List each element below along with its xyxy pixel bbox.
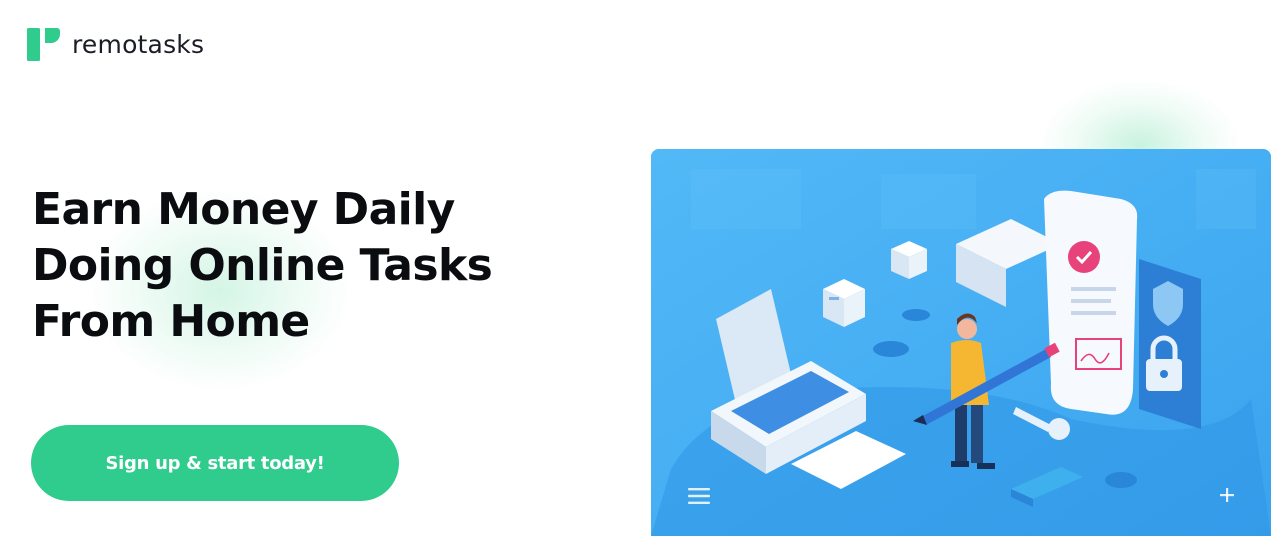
headline-line-3: From Home: [32, 296, 310, 347]
plus-icon[interactable]: [1217, 485, 1237, 505]
hamburger-menu-icon[interactable]: [688, 487, 710, 505]
hero-illustration-panel: [651, 149, 1271, 536]
server-stack-icon: [823, 279, 865, 327]
brand-name: remotasks: [72, 29, 205, 59]
remotasks-logo[interactable]: remotasks: [26, 26, 204, 62]
signup-cta-button[interactable]: Sign up & start today!: [31, 425, 399, 501]
headline-line-1: Earn Money Daily: [32, 184, 455, 235]
document-signing-illustration: [651, 149, 1271, 536]
headline-line-2: Doing Online Tasks: [32, 240, 493, 291]
server-stack-icon: [891, 241, 927, 279]
remotasks-logo-icon: [27, 28, 60, 61]
hero-headline: Earn Money Daily Doing Online Tasks From…: [32, 182, 572, 350]
